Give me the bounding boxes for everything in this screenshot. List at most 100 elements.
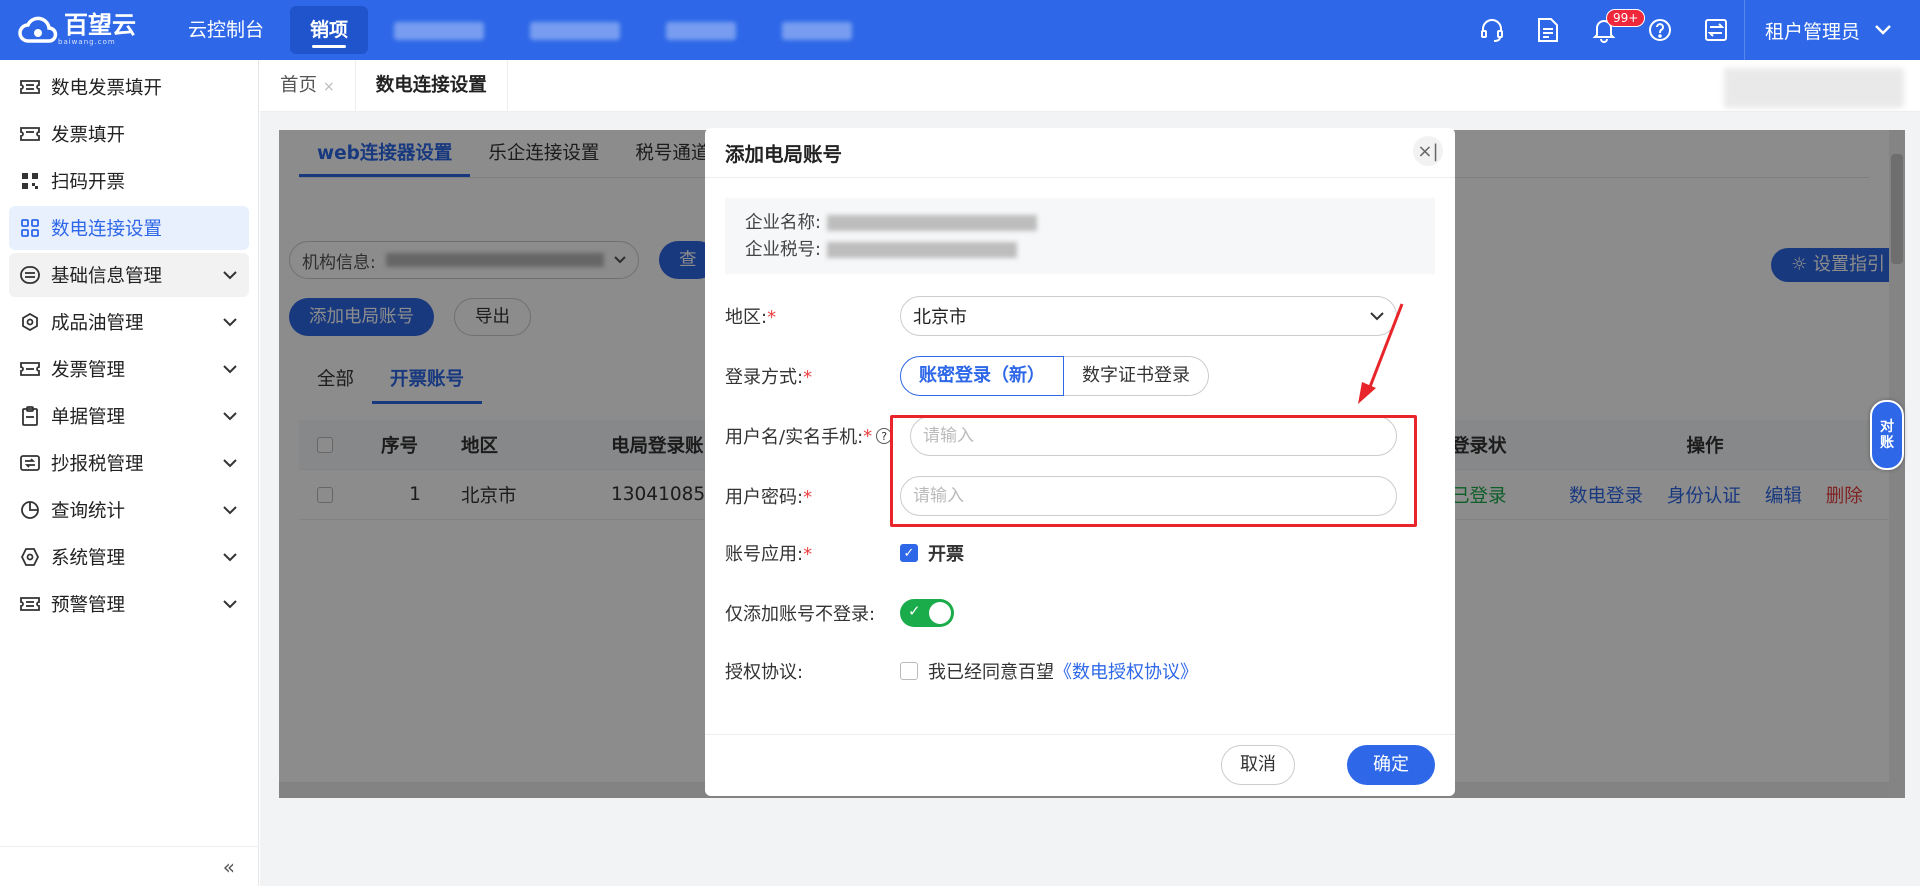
sidebar-item-digital-connection[interactable]: 数电连接设置 — [9, 206, 249, 250]
account-usage-label: 账号应用: — [725, 544, 804, 565]
reconcile-line1: 对 — [1880, 419, 1894, 435]
sidebar-item-label: 系统管理 — [51, 548, 126, 569]
agreement-row: 授权协议: 我已经同意百望 《数电授权协议》 — [725, 658, 1198, 684]
sidebar-item-label: 扫码开票 — [51, 172, 126, 193]
certificate-login-option[interactable]: 数字证书登录 — [1064, 356, 1209, 396]
reconcile-float-button[interactable]: 对 账 — [1870, 400, 1904, 470]
document-icon[interactable] — [1520, 0, 1576, 60]
sidebar-item-label: 基础信息管理 — [51, 266, 163, 287]
chevron-down-icon — [223, 270, 237, 279]
confirm-button[interactable]: 确定 — [1347, 745, 1435, 785]
invoice-usage-label: 开票 — [928, 544, 964, 565]
help-icon[interactable] — [1632, 0, 1688, 60]
brand-sub: baiwang.com — [58, 37, 116, 46]
sidebar-item-basic-info[interactable]: 基础信息管理 — [9, 253, 249, 297]
grid-icon — [19, 217, 41, 239]
sidebar-item-label: 成品油管理 — [51, 313, 144, 334]
login-method-toggle: 账密登录（新） 数字证书登录 — [900, 356, 1209, 396]
close-icon[interactable]: × — [323, 79, 335, 95]
chevron-down-icon — [223, 599, 237, 608]
region-select[interactable]: 北京市 — [900, 296, 1397, 336]
company-name-label: 企业名称: — [745, 213, 821, 233]
page-tab-label: 首页 — [280, 74, 318, 96]
sidebar-item-invoice-fill[interactable]: 发票填开 — [9, 112, 249, 156]
brand-logo[interactable]: 百望云 baiwang.com — [18, 13, 168, 46]
brand-name: 百望云 — [64, 10, 136, 39]
user-menu[interactable]: 租户管理员 — [1743, 0, 1920, 60]
sidebar-item-alert-management[interactable]: 预警管理 — [9, 582, 249, 626]
redacted-tax-number — [826, 242, 1017, 258]
chevron-down-icon — [223, 458, 237, 467]
agreement-checkbox[interactable] — [900, 662, 918, 680]
sidebar-item-digital-invoice-fill[interactable]: 数电发票填开 — [9, 65, 249, 109]
invoice-usage-checkbox[interactable]: ✓ — [900, 544, 918, 562]
sidebar: 数电发票填开 发票填开 扫码开票 数电连接设置 基础信息管理 成品油管理 发票管… — [0, 60, 259, 886]
switch-icon[interactable] — [1688, 0, 1744, 60]
add-only-label: 仅添加账号不登录: — [725, 604, 876, 625]
redacted-text — [666, 21, 737, 40]
sidebar-item-oil-management[interactable]: 成品油管理 — [9, 300, 249, 344]
chevron-down-icon — [1875, 25, 1891, 35]
sidebar-item-label: 预警管理 — [51, 595, 126, 616]
sidebar-item-scan-invoice[interactable]: 扫码开票 — [9, 159, 249, 203]
chevron-down-icon — [223, 364, 237, 373]
page-tabs-bar: 首页 × 数电连接设置 — [260, 59, 1920, 112]
page-tab-digital-connection[interactable]: 数电连接设置 — [356, 59, 508, 112]
nav-cloud-console[interactable]: 云控制台 — [168, 6, 284, 54]
annotation-arrow-icon — [1358, 303, 1404, 404]
page-tab-home[interactable]: 首页 × — [260, 59, 356, 112]
login-method-label: 登录方式: — [725, 367, 804, 388]
sidebar-item-query-stats[interactable]: 查询统计 — [9, 488, 249, 532]
sidebar-item-label: 数电发票填开 — [51, 78, 163, 99]
nav-item-redacted-1[interactable] — [374, 6, 504, 54]
sidebar-item-system-management[interactable]: 系统管理 — [9, 535, 249, 579]
add-only-row: 仅添加账号不登录: ✓ — [725, 599, 954, 627]
ticket-icon — [19, 358, 41, 380]
qrcode-icon — [19, 170, 41, 192]
reconcile-line2: 账 — [1880, 435, 1894, 451]
redacted-company-name — [826, 215, 1037, 231]
tax-report-icon — [19, 452, 41, 474]
support-icon[interactable] — [1464, 0, 1520, 60]
check-icon: ✓ — [908, 602, 921, 620]
login-method-row: 登录方式:* 账密登录（新） 数字证书登录 — [725, 356, 1209, 396]
region-value: 北京市 — [913, 307, 967, 328]
agreement-link[interactable]: 《数电授权协议》 — [1054, 658, 1198, 684]
sidebar-item-label: 抄报税管理 — [51, 454, 144, 475]
nav-item-redacted-3[interactable] — [646, 6, 756, 54]
cancel-button[interactable]: 取消 — [1221, 745, 1295, 785]
password-login-option[interactable]: 账密登录（新） — [900, 356, 1064, 396]
sidebar-item-tax-copy-report[interactable]: 抄报税管理 — [9, 441, 249, 485]
redacted-area — [1724, 68, 1904, 108]
top-nav: 云控制台 销项 — [168, 0, 878, 60]
sidebar-item-document-management[interactable]: 单据管理 — [9, 394, 249, 438]
double-chevron-left-icon: « — [222, 854, 235, 879]
account-usage-row: 账号应用:* ✓ 开票 — [725, 540, 964, 566]
sidebar-item-label: 查询统计 — [51, 501, 126, 522]
top-navbar: 百望云 baiwang.com 云控制台 销项 99+ 租户管理员 — [0, 0, 1920, 60]
annotation-highlight-box — [890, 415, 1417, 527]
nav-sales[interactable]: 销项 — [290, 6, 369, 54]
dialog-footer: 取消 确定 — [705, 734, 1455, 796]
sidebar-item-label: 发票管理 — [51, 360, 126, 381]
page-tab-label: 数电连接设置 — [375, 74, 487, 96]
settings-hex-icon — [19, 546, 41, 568]
sidebar-item-label: 单据管理 — [51, 407, 126, 428]
dialog-title: 添加电局账号 — [705, 128, 1455, 178]
chevron-down-icon — [223, 411, 237, 420]
password-label: 用户密码: — [725, 487, 804, 508]
notification-bell-icon[interactable]: 99+ — [1576, 0, 1646, 60]
sidebar-item-invoice-management[interactable]: 发票管理 — [9, 347, 249, 391]
nav-item-redacted-2[interactable] — [510, 6, 640, 54]
nav-item-redacted-4[interactable] — [762, 6, 872, 54]
chevron-down-icon — [223, 317, 237, 326]
cloud-logo-icon — [18, 16, 58, 43]
pie-chart-icon — [19, 499, 41, 521]
clipboard-icon — [19, 405, 41, 427]
close-icon[interactable]: ×| — [1413, 136, 1443, 166]
company-tax-label: 企业税号: — [745, 240, 821, 260]
top-right-tools: 99+ 租户管理员 — [1464, 0, 1920, 60]
add-only-toggle[interactable]: ✓ — [900, 599, 954, 627]
sidebar-collapse-button[interactable]: « — [0, 846, 259, 886]
redacted-text — [394, 21, 485, 40]
